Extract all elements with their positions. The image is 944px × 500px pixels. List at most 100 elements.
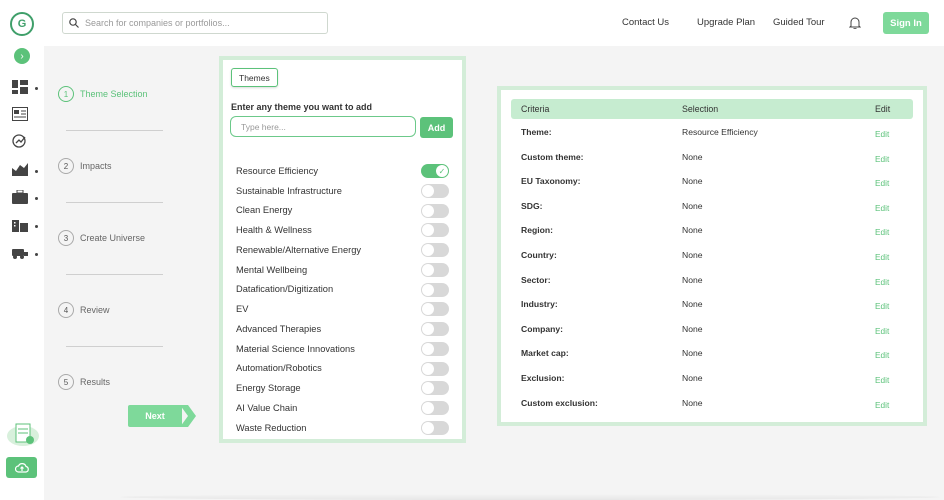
- step-results[interactable]: 5 Results: [58, 374, 110, 390]
- theme-input[interactable]: [230, 116, 416, 137]
- theme-name: Automation/Robotics: [236, 363, 322, 374]
- theme-name: Sustainable Infrastructure: [236, 185, 342, 196]
- theme-name: Renewable/Alternative Energy: [236, 244, 362, 255]
- criteria-value: None: [682, 348, 703, 359]
- criteria-value: None: [682, 225, 703, 236]
- step-divider: [66, 202, 163, 203]
- bell-icon[interactable]: [849, 16, 861, 29]
- edit-link[interactable]: Edit: [875, 277, 889, 287]
- theme-row: Waste Reduction: [236, 418, 454, 438]
- edit-link[interactable]: Edit: [875, 252, 889, 262]
- theme-name: Material Science Innovations: [236, 343, 355, 354]
- expand-sidebar-button[interactable]: ›: [14, 48, 30, 64]
- step-divider: [66, 274, 163, 275]
- criteria-row: Theme: Resource Efficiency Edit: [511, 123, 913, 143]
- criteria-value: None: [682, 397, 703, 408]
- theme-toggle[interactable]: [421, 223, 449, 238]
- theme-row: Energy Storage: [236, 378, 454, 398]
- edit-link[interactable]: Edit: [875, 375, 889, 385]
- edit-link[interactable]: Edit: [875, 400, 889, 410]
- criteria-value: None: [682, 151, 703, 162]
- search-box[interactable]: [62, 12, 328, 34]
- criteria-value: None: [682, 373, 703, 383]
- edit-link[interactable]: Edit: [875, 326, 889, 336]
- edit-link[interactable]: Edit: [875, 301, 889, 311]
- toggle-knob: [422, 263, 434, 276]
- step-number: 2: [58, 158, 74, 174]
- edit-link[interactable]: Edit: [875, 203, 889, 213]
- theme-toggle[interactable]: [421, 420, 449, 435]
- theme-row: Health & Wellness: [236, 220, 454, 240]
- theme-toggle[interactable]: [421, 262, 449, 277]
- theme-toggle[interactable]: [421, 381, 449, 396]
- criteria-row: Industry: None Edit: [511, 295, 913, 315]
- theme-name: Resource Efficiency: [236, 165, 318, 176]
- step-number: 1: [58, 86, 74, 102]
- step-theme-selection[interactable]: 1 Theme Selection: [58, 86, 148, 102]
- step-review[interactable]: 4 Review: [58, 302, 110, 318]
- toggle-knob: [422, 421, 434, 434]
- esg-analytics-icon[interactable]: [12, 134, 28, 148]
- toggle-knob: [422, 402, 434, 414]
- sign-in-button[interactable]: Sign In: [883, 12, 929, 34]
- themes-tab[interactable]: Themes: [231, 68, 278, 87]
- theme-name: Waste Reduction: [236, 422, 307, 433]
- theme-toggle[interactable]: [421, 302, 449, 317]
- rail-dot: [35, 87, 38, 90]
- toggle-knob: [422, 342, 434, 355]
- step-number: 3: [58, 230, 74, 246]
- dashboard-icon[interactable]: [12, 80, 28, 94]
- report-illustration-icon: [7, 423, 39, 446]
- step-label: Create Universe: [80, 233, 146, 243]
- theme-row: Material Science Innovations: [236, 339, 454, 359]
- criteria-row: Exclusion: None Edit: [511, 369, 913, 389]
- theme-toggle[interactable]: [421, 341, 449, 356]
- add-theme-button[interactable]: Add: [420, 117, 453, 138]
- criteria-value: Resource Efficiency: [682, 127, 758, 137]
- edit-link[interactable]: Edit: [875, 154, 889, 164]
- criteria-value: None: [682, 274, 703, 285]
- edit-header: Edit: [875, 104, 891, 114]
- edit-link[interactable]: Edit: [875, 350, 889, 360]
- bottom-shadow: [120, 494, 940, 500]
- criteria-label: Industry:: [521, 299, 558, 310]
- app-logo[interactable]: G: [10, 12, 34, 36]
- news-icon[interactable]: [12, 107, 28, 121]
- step-create-universe[interactable]: 3 Create Universe: [58, 230, 145, 246]
- criteria-value: None: [682, 299, 703, 310]
- criteria-row: Custom exclusion: None Edit: [511, 394, 913, 414]
- rail-dot: [35, 253, 38, 256]
- edit-link[interactable]: Edit: [875, 227, 889, 237]
- contact-us-link[interactable]: Contact Us: [622, 17, 669, 28]
- theme-toggle[interactable]: [421, 243, 449, 257]
- theme-row: Resource Efficiency ✓: [236, 161, 454, 181]
- theme-row: Clean Energy: [236, 201, 454, 221]
- companies-icon[interactable]: [12, 218, 28, 232]
- transport-icon[interactable]: [12, 246, 28, 260]
- theme-toggle[interactable]: [421, 361, 449, 376]
- theme-toggle[interactable]: [421, 203, 449, 218]
- theme-toggle[interactable]: [421, 401, 449, 415]
- theme-toggle[interactable]: ✓: [421, 164, 449, 178]
- toggle-knob: [422, 244, 434, 256]
- next-arrow-icon[interactable]: [180, 405, 196, 427]
- guided-tour-link[interactable]: Guided Tour: [773, 17, 825, 28]
- theme-name: EV: [236, 304, 249, 315]
- step-number: 4: [58, 302, 74, 318]
- toggle-knob: [422, 323, 434, 335]
- chart-icon[interactable]: [12, 162, 28, 176]
- edit-link[interactable]: Edit: [875, 129, 889, 139]
- search-input[interactable]: [85, 18, 315, 28]
- step-impacts[interactable]: 2 Impacts: [58, 158, 112, 174]
- theme-toggle[interactable]: [421, 183, 449, 198]
- next-button[interactable]: Next: [128, 405, 182, 427]
- portfolio-icon[interactable]: [12, 190, 28, 204]
- theme-toggle[interactable]: [421, 322, 449, 336]
- edit-link[interactable]: Edit: [875, 178, 889, 188]
- toggle-knob: [422, 303, 434, 316]
- upgrade-plan-link[interactable]: Upgrade Plan: [697, 17, 755, 28]
- theme-toggle[interactable]: [421, 282, 449, 297]
- criteria-table-header: Criteria Selection Edit: [511, 99, 913, 119]
- upload-button[interactable]: [6, 457, 37, 478]
- step-divider: [66, 346, 163, 347]
